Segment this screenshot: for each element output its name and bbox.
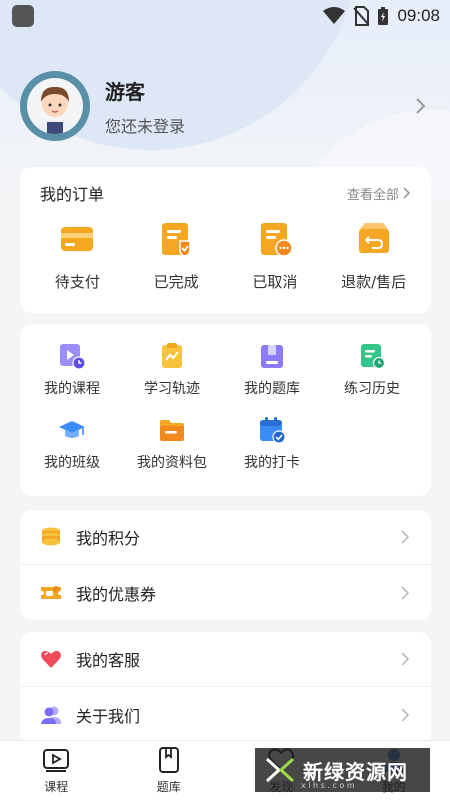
users-icon	[41, 706, 61, 724]
status-time: 09:08	[397, 6, 440, 25]
row-label: 我的积分	[76, 529, 141, 548]
tab-question-bank[interactable]: 题库	[129, 746, 209, 795]
wifi-icon	[323, 7, 346, 24]
practice-history[interactable]: 练习历史	[322, 342, 422, 398]
app-notification-icon	[12, 5, 34, 27]
card-wallet-icon	[61, 227, 94, 251]
chevron-right-icon	[403, 187, 411, 199]
tool-item-label: 我的资料包	[137, 455, 207, 471]
chevron-right-icon	[401, 652, 410, 666]
orders-title: 我的订单	[40, 185, 105, 204]
watermark-subtext: x l h s . c o m	[301, 781, 355, 790]
about-us-row[interactable]: 关于我们	[20, 687, 431, 742]
order-item-label: 已取消	[252, 273, 298, 291]
graduation-cap-icon	[59, 421, 85, 438]
coins-icon	[42, 527, 60, 546]
order-pending-payment[interactable]: 待支付	[28, 219, 127, 292]
profile-header[interactable]: 游客 您还未登录	[20, 70, 430, 142]
order-cancel-icon	[260, 223, 293, 257]
chevron-right-icon[interactable]	[410, 96, 430, 116]
calendar-check-icon	[260, 417, 286, 444]
chevron-right-icon	[401, 707, 410, 722]
avatar[interactable]	[20, 71, 90, 141]
tab-label: 课程	[44, 780, 69, 794]
status-icons: 09:08	[323, 6, 440, 26]
tool-item-label: 我的班级	[44, 455, 100, 471]
tool-item-label: 我的题库	[244, 381, 300, 397]
folder-icon	[160, 420, 184, 441]
study-trace-icon	[162, 343, 182, 368]
tab-courses[interactable]: 课程	[16, 746, 96, 795]
avatar-illustration	[27, 78, 83, 134]
practice-history-icon	[361, 344, 386, 370]
order-cancelled[interactable]: 已取消	[226, 219, 325, 292]
my-coupons-row[interactable]: 我的优惠券	[20, 565, 431, 620]
profile-name: 游客	[105, 79, 145, 104]
my-courses[interactable]: 我的课程	[22, 342, 122, 398]
watermark-logo-icon	[265, 757, 295, 783]
tool-item-label: 练习历史	[344, 381, 400, 397]
order-item-label: 待支付	[54, 273, 100, 291]
my-points-row[interactable]: 我的积分	[20, 510, 431, 565]
question-bank-icon	[261, 345, 283, 368]
order-done-icon	[162, 223, 191, 257]
chevron-right-icon	[401, 585, 410, 600]
login-prompt[interactable]: 您还未登录	[105, 113, 410, 137]
orders-card: 我的订单 查看全部 待支付 已完成 已取消 退款/售后	[20, 167, 431, 313]
watermark: 新绿资源网 x l h s . c o m	[255, 748, 430, 792]
refund-box-icon	[358, 223, 389, 253]
row-label: 我的优惠券	[76, 584, 157, 604]
my-class[interactable]: 我的班级	[22, 416, 122, 472]
points-card: 我的积分 我的优惠券	[20, 510, 431, 620]
heart-icon	[41, 650, 61, 668]
tool-item-label: 我的打卡	[244, 455, 300, 471]
battery-charging-icon	[378, 7, 389, 25]
row-label: 关于我们	[76, 706, 141, 726]
my-materials[interactable]: 我的资料包	[122, 416, 222, 472]
book-tab-icon	[158, 747, 179, 773]
no-sim-icon	[353, 6, 370, 26]
tool-item-label: 我的课程	[44, 381, 100, 397]
chevron-right-icon	[401, 530, 410, 544]
status-bar: 09:08	[0, 0, 450, 32]
view-all-label: 查看全部	[346, 187, 399, 203]
study-trace[interactable]: 学习轨迹	[122, 342, 222, 398]
my-checkin[interactable]: 我的打卡	[222, 416, 322, 472]
tool-item-label: 学习轨迹	[144, 381, 200, 397]
my-question-bank[interactable]: 我的题库	[222, 342, 322, 398]
order-refund[interactable]: 退款/售后	[324, 219, 423, 292]
row-label: 我的客服	[76, 651, 141, 670]
course-play-icon	[60, 344, 86, 370]
order-item-label: 退款/售后	[341, 273, 407, 291]
customer-service-row[interactable]: 我的客服	[20, 632, 431, 687]
video-tab-icon	[43, 749, 70, 772]
service-card: 我的客服 关于我们	[20, 632, 431, 747]
coupon-icon	[41, 585, 61, 599]
tab-label: 题库	[156, 780, 181, 794]
order-item-label: 已完成	[153, 273, 199, 291]
view-all-orders-link[interactable]: 查看全部	[347, 184, 411, 203]
order-completed[interactable]: 已完成	[127, 219, 226, 292]
tools-card: 我的课程 学习轨迹 我的题库 练习历史 我的班级 我的资料包 我的打卡	[20, 324, 431, 496]
